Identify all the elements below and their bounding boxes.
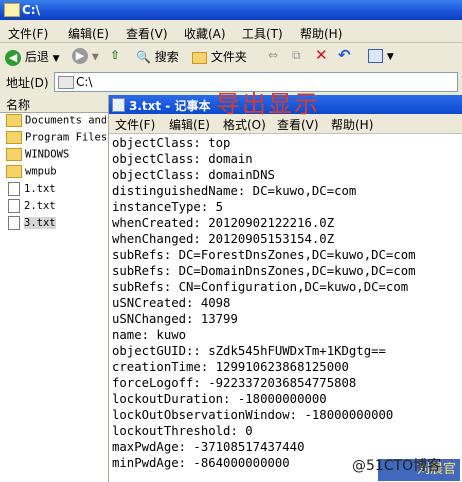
menu-edit[interactable]: 编辑(E) xyxy=(68,25,109,42)
text-line: name: kuwo xyxy=(112,328,187,342)
menu-tools[interactable]: 工具(T) xyxy=(242,25,283,42)
menu-favorites[interactable]: 收藏(A) xyxy=(184,25,226,42)
text-file-icon xyxy=(8,199,20,213)
explorer-title: C:\ xyxy=(22,3,40,17)
notepad-text-area[interactable]: objectClass: top objectClass: domain obj… xyxy=(109,134,462,482)
explorer-title-bar[interactable]: C:\ xyxy=(0,0,462,20)
undo-icon[interactable]: ↶ xyxy=(338,46,351,64)
move-to-icon[interactable]: ⇔ xyxy=(268,48,278,66)
text-line: subRefs: DC=DomainDnsZones,DC=kuwo,DC=co… xyxy=(112,264,416,278)
text-line: uSNCreated: 4098 xyxy=(112,296,231,310)
np-menu-help[interactable]: 帮助(H) xyxy=(331,116,373,133)
chevron-down-icon: ▼ xyxy=(52,54,60,64)
text-line: maxPwdAge: -37108517437440 xyxy=(112,440,305,454)
text-line: uSNChanged: 13799 xyxy=(112,312,238,326)
explorer-toolbar: ◀ 后退 ▼ ▶ ▼ ⇧ 🔍 搜索 文件夹 ⇔ ⧉ ✕ ↶ ▼ xyxy=(0,43,462,72)
text-file-icon xyxy=(8,182,20,196)
notepad-title: 3.txt - 记事本 xyxy=(129,99,211,113)
text-line: whenCreated: 20120902122216.0Z xyxy=(112,216,335,230)
list-item-2-txt[interactable]: 2.txt xyxy=(6,199,106,215)
menu-help[interactable]: 帮助(H) xyxy=(300,25,342,42)
text-file-icon xyxy=(8,216,20,230)
copy-to-icon[interactable]: ⧉ xyxy=(292,48,301,66)
explorer-menubar: 文件(F) 编辑(E) 查看(V) 收藏(A) 工具(T) 帮助(H) xyxy=(0,22,462,43)
delete-icon[interactable]: ✕ xyxy=(315,46,328,64)
list-item-program-files[interactable]: Program Files xyxy=(6,131,106,147)
text-line: creationTime: 129910623868125000 xyxy=(112,360,349,374)
back-button[interactable]: ◀ 后退 ▼ xyxy=(5,48,60,66)
text-line: forceLogoff: -9223372036854775808 xyxy=(112,376,357,390)
list-item-1-txt[interactable]: 1.txt xyxy=(6,182,106,198)
text-line: whenChanged: 20120905153154.0Z xyxy=(112,232,335,246)
up-folder-icon[interactable]: ⇧ xyxy=(110,48,120,66)
back-label: 后退 xyxy=(24,50,49,64)
annotation-overlay: 导出显示 xyxy=(216,90,320,118)
list-item-documents[interactable]: Documents and xyxy=(6,114,106,130)
folder-icon xyxy=(6,148,22,161)
views-icon xyxy=(368,48,383,63)
name-column-label: 名称 xyxy=(6,98,31,112)
list-item-windows[interactable]: WINDOWS xyxy=(6,148,106,164)
list-item-3-txt[interactable]: 3.txt xyxy=(6,216,106,232)
folders-label: 文件夹 xyxy=(210,50,247,64)
drive-icon xyxy=(58,76,74,89)
folder-icon xyxy=(6,114,22,127)
back-arrow-icon: ◀ xyxy=(5,49,21,66)
text-line: objectClass: top xyxy=(112,136,231,150)
folder-icon xyxy=(6,165,22,178)
search-label: 搜索 xyxy=(154,50,179,64)
views-button[interactable]: ▼ xyxy=(368,48,394,66)
folder-icon xyxy=(6,131,22,144)
text-line: minPwdAge: -864000000000 xyxy=(112,456,290,470)
text-line: distinguishedName: DC=kuwo,DC=com xyxy=(112,184,357,198)
name-column-header[interactable]: 名称 xyxy=(0,95,108,113)
menu-view[interactable]: 查看(V) xyxy=(126,25,168,42)
folder-pane[interactable]: 名称 Documents and Program Files WINDOWS w… xyxy=(0,95,109,482)
watermark: @51CTO博客 xyxy=(352,458,442,474)
chevron-down-icon: ▼ xyxy=(91,52,99,63)
folder-icon xyxy=(4,3,20,17)
folders-button[interactable]: 文件夹 xyxy=(192,48,247,66)
text-line: lockoutThreshold: 0 xyxy=(112,424,253,438)
address-label: 地址(D) xyxy=(6,76,49,90)
forward-button[interactable]: ▶ ▼ xyxy=(72,48,99,66)
text-line: lockOutObservationWindow: -18000000000 xyxy=(112,408,394,422)
chevron-down-icon: ▼ xyxy=(386,52,394,62)
text-line: objectClass: domainDNS xyxy=(112,168,275,182)
menu-file[interactable]: 文件(F) xyxy=(8,25,48,42)
np-menu-file[interactable]: 文件(F) xyxy=(115,116,155,133)
list-item-wmpub[interactable]: wmpub xyxy=(6,165,106,181)
search-button[interactable]: 🔍 搜索 xyxy=(136,48,179,66)
text-line: subRefs: DC=ForestDnsZones,DC=kuwo,DC=co… xyxy=(112,248,416,262)
text-line: lockoutDuration: -18000000000 xyxy=(112,392,327,406)
text-line: objectGUID:: sZdk545hFUWDxTm+1KDgtg== xyxy=(112,344,386,358)
notepad-window: 3.txt - 记事本 文件(F) 编辑(E) 格式(O) 查看(V) 帮助(H… xyxy=(109,95,462,482)
forward-arrow-icon: ▶ xyxy=(72,48,88,64)
notepad-icon xyxy=(112,98,125,112)
np-menu-edit[interactable]: 编辑(E) xyxy=(169,116,210,133)
folder-icon xyxy=(192,51,207,64)
address-value: C:\ xyxy=(76,75,93,89)
search-icon: 🔍 xyxy=(136,50,151,64)
text-line: objectClass: domain xyxy=(112,152,253,166)
text-line: instanceType: 5 xyxy=(112,200,224,214)
text-line: subRefs: CN=Configuration,DC=kuwo,DC=com xyxy=(112,280,409,294)
